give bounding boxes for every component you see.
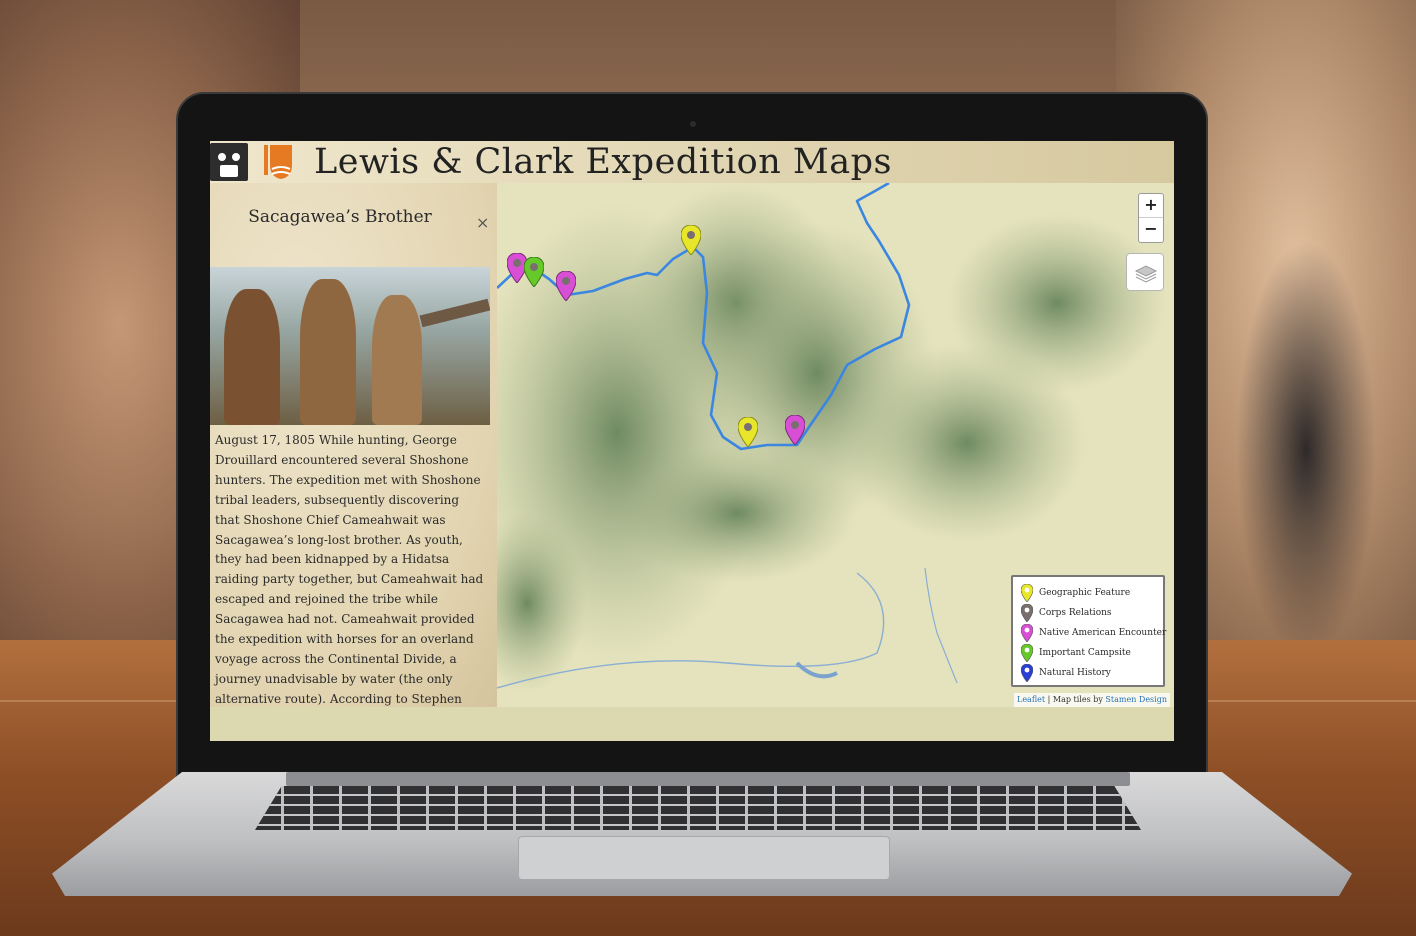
marker-native-american-encounter[interactable]: [556, 271, 576, 301]
close-button[interactable]: ×: [476, 213, 489, 232]
legend-label: Corps Relations: [1039, 608, 1112, 618]
legend-label: Native American Encounter: [1039, 628, 1167, 638]
legend-marker-icon: [1021, 584, 1033, 602]
map-attribution: Leaflet | Map tiles by Stamen Design: [1014, 693, 1170, 707]
sidebar-description: August 17, 1805 While hunting, George Dr…: [215, 433, 484, 706]
legend-marker-icon: [1021, 664, 1033, 682]
legend-item: Native American Encounter: [1021, 623, 1166, 643]
leaflet-link[interactable]: Leaflet: [1017, 695, 1045, 704]
marker-native-american-encounter[interactable]: [785, 415, 805, 445]
laptop-screen: Lewis & Clark Expedition Maps Sacagawea’…: [210, 141, 1174, 741]
zoom-in-button[interactable]: +: [1139, 194, 1163, 218]
marker-geographic-feature[interactable]: [681, 225, 701, 255]
painting-pointing-arm: [419, 298, 490, 328]
legend-label: Natural History: [1039, 668, 1111, 678]
legend-marker-icon: [1021, 624, 1033, 642]
owl-logo-icon[interactable]: [210, 143, 248, 181]
laptop-keyboard-rows: [255, 786, 1141, 830]
app-header: Lewis & Clark Expedition Maps: [210, 141, 1174, 183]
map-view[interactable]: + − Geographic Feature Corps Relations Nat…: [497, 183, 1174, 707]
painting-figure-lewis: [224, 289, 280, 425]
painting-figure-sacagawea: [372, 295, 422, 425]
legend-label: Important Campsite: [1039, 648, 1131, 658]
zoom-out-button[interactable]: −: [1139, 218, 1163, 242]
legend-item: Geographic Feature: [1021, 583, 1155, 603]
laptop-hinge: [286, 772, 1130, 786]
owl-eye-right: [230, 151, 242, 163]
sidebar-title: Sacagawea’s Brother: [248, 207, 432, 227]
legend-label: Geographic Feature: [1039, 588, 1131, 598]
painting-figure-clark: [300, 279, 356, 425]
owl-eye-left: [216, 151, 228, 163]
legend-item: Corps Relations: [1021, 603, 1155, 623]
background-shadow: [1236, 240, 1376, 660]
layers-icon: [1134, 265, 1158, 283]
legend-marker-icon: [1021, 604, 1033, 622]
zoom-control: + −: [1138, 193, 1164, 243]
marker-important-campsite[interactable]: [524, 257, 544, 287]
attribution-separator: | Map tiles by: [1045, 695, 1106, 704]
owl-body: [220, 165, 238, 177]
legend-marker-icon: [1021, 644, 1033, 662]
app-title: Lewis & Clark Expedition Maps: [314, 142, 892, 182]
legend-item: Natural History: [1021, 663, 1155, 683]
expedition-painting: [210, 267, 490, 425]
legend-item: Important Campsite: [1021, 643, 1155, 663]
stamen-design-link[interactable]: Stamen Design: [1105, 695, 1167, 704]
marker-geographic-feature[interactable]: [738, 417, 758, 447]
laptop-trackpad: [518, 836, 890, 880]
layers-button[interactable]: [1126, 253, 1164, 291]
map-legend: Geographic Feature Corps Relations Native …: [1011, 575, 1166, 687]
screen-footer: [210, 707, 1174, 741]
university-logo-icon[interactable]: [262, 143, 296, 181]
laptop-camera: [690, 121, 696, 127]
info-sidebar: Sacagawea’s Brother × August 17, 1805 Wh…: [210, 183, 497, 707]
